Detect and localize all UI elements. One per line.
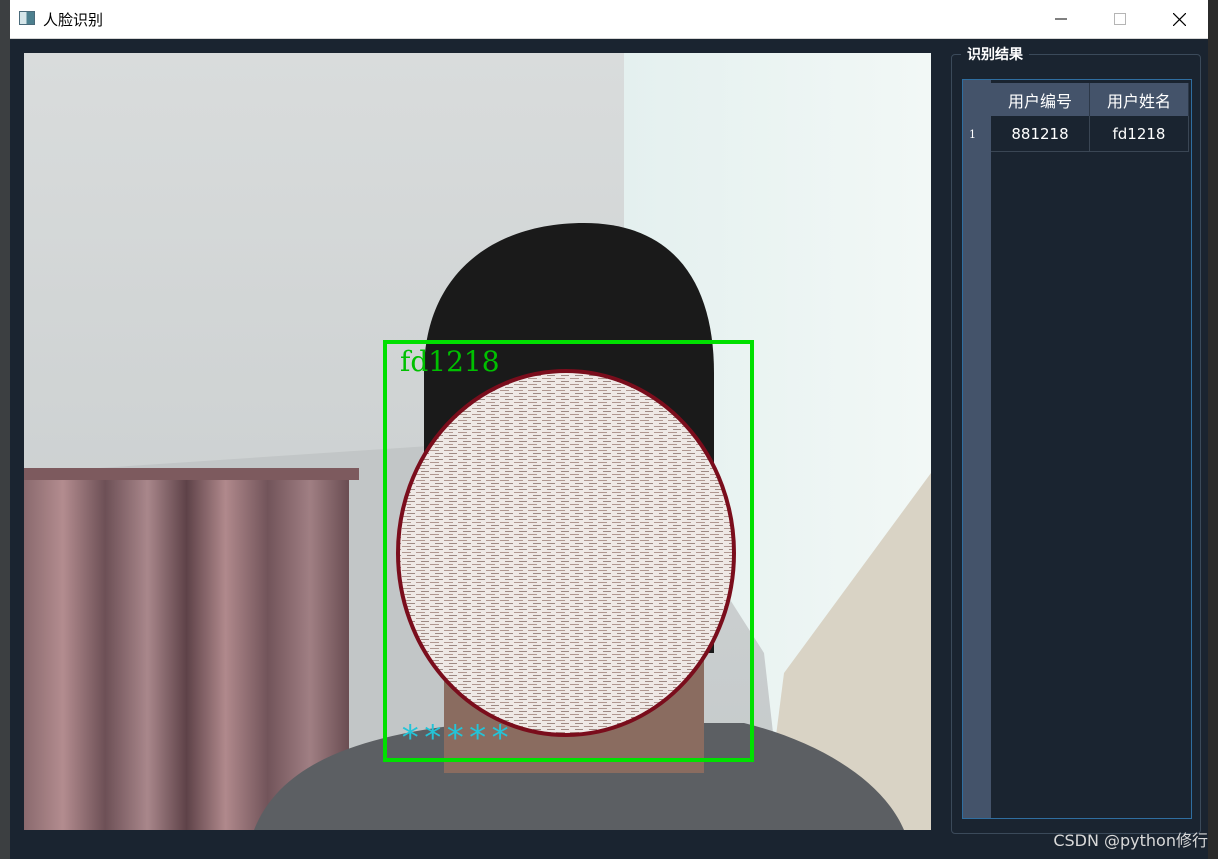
background-editor-edge: [0, 0, 10, 859]
window-title: 人脸识别: [43, 11, 104, 29]
close-icon: [1172, 12, 1186, 26]
row-number[interactable]: 1: [963, 116, 991, 152]
results-group-title: 识别结果: [961, 44, 1029, 64]
watermark: CSDN @python修行: [1053, 831, 1208, 850]
close-button[interactable]: [1150, 0, 1208, 38]
detected-name-label: fd1218: [400, 345, 500, 378]
minimize-button[interactable]: [1032, 0, 1090, 38]
minimize-icon: [1055, 13, 1067, 25]
column-header-user-name[interactable]: 用户姓名: [1090, 83, 1189, 116]
row-header-column: [963, 80, 991, 818]
maximize-button[interactable]: [1091, 0, 1149, 38]
column-header-user-id[interactable]: 用户编号: [991, 83, 1090, 116]
maximize-icon: [1114, 13, 1126, 25]
title-bar: 人脸识别: [10, 0, 1208, 39]
results-table[interactable]: 用户编号 用户姓名 1 881218 fd1218: [962, 79, 1192, 819]
cell-user-name[interactable]: fd1218: [1090, 116, 1189, 152]
password-mask-label: *****: [400, 718, 512, 758]
cell-user-id[interactable]: 881218: [991, 116, 1090, 152]
camera-frame: fd1218 *****: [24, 53, 931, 830]
app-icon: [19, 11, 35, 25]
camera-view: fd1218 *****: [24, 53, 931, 830]
face-recognition-window: 人脸识别 fd1218 ***** 识别结果 用户编号 用户姓名 1 88121…: [10, 0, 1208, 859]
